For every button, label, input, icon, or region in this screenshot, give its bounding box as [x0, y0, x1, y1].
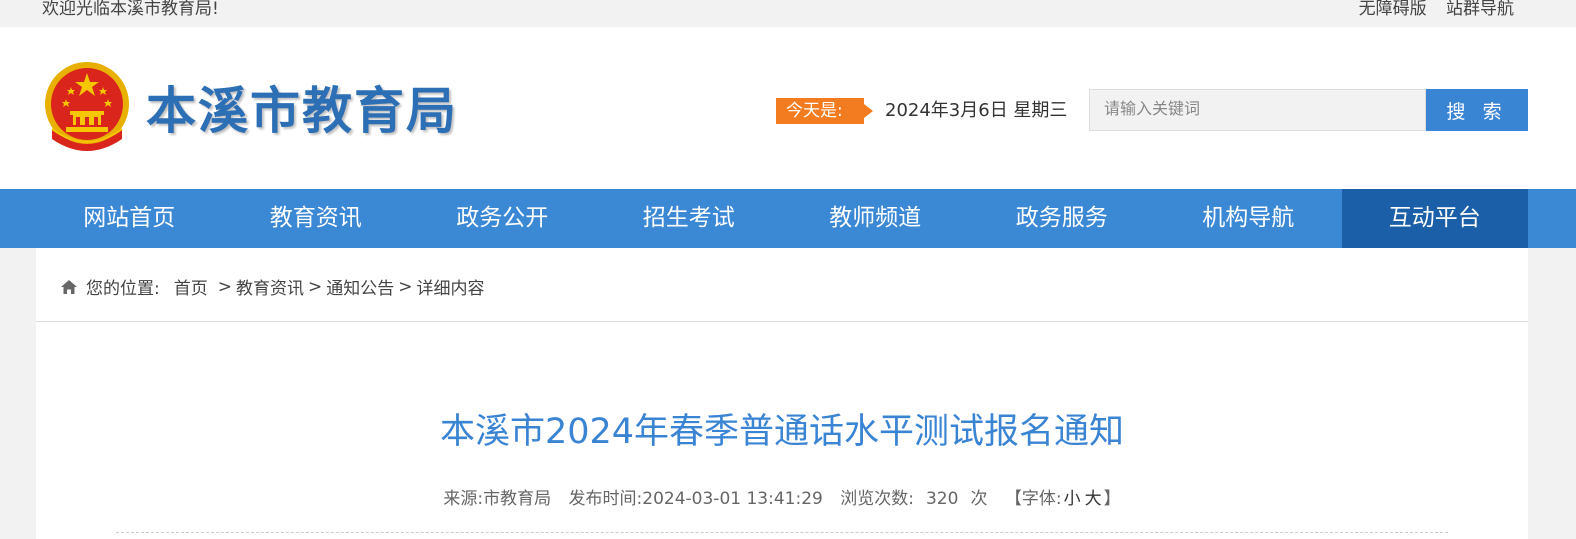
nav-item-home[interactable]: 网站首页 — [36, 189, 223, 248]
welcome-text: 欢迎光临本溪市教育局! — [42, 0, 219, 19]
breadcrumb-separator: > — [307, 276, 323, 297]
time-label: 发布时间:2024-03-01 13:41:29 — [568, 489, 823, 509]
views-label: 浏览次数: 320 次 — [840, 489, 988, 509]
article-title: 本溪市2024年春季普通话水平测试报名通知 — [439, 412, 1125, 452]
divider — [36, 321, 1528, 322]
nav-item-teachers[interactable]: 教师频道 — [782, 189, 969, 248]
top-links: 无障碍版 站群导航 — [1345, 0, 1514, 19]
breadcrumb-detail: 详细内容 — [416, 279, 485, 299]
national-emblem-icon[interactable] — [42, 59, 132, 153]
nav-item-admissions[interactable]: 招生考试 — [596, 189, 783, 248]
nav-item-government-services[interactable]: 政务服务 — [969, 189, 1156, 248]
breadcrumb-education-news[interactable]: 教育资讯 — [236, 274, 304, 299]
source-label: 来源:市教育局 — [443, 489, 552, 509]
font-small-button[interactable]: 小 — [1064, 489, 1081, 509]
search-button[interactable]: 搜 索 — [1426, 89, 1528, 131]
nav-item-government-affairs[interactable]: 政务公开 — [409, 189, 596, 248]
breadcrumb-prefix: 您的位置: — [86, 279, 160, 299]
top-bar: 欢迎光临本溪市教育局! 无障碍版 站群导航 — [0, 0, 1576, 27]
nav-item-interaction[interactable]: 互动平台 — [1341, 189, 1528, 248]
time-value: 2024-03-01 13:41:29 — [642, 489, 823, 509]
breadcrumb-separator: > — [398, 276, 413, 297]
article-meta: 来源:市教育局 发布时间:2024-03-01 13:41:29 浏览次数: 32… — [36, 484, 1528, 509]
site-header: 本溪市教育局 今天是: 2024年3月6日 星期三 搜 索 — [0, 27, 1576, 189]
site-name[interactable]: 本溪市教育局 — [146, 71, 458, 143]
source-value: 市教育局 — [483, 489, 552, 509]
font-large-button[interactable]: 大 — [1085, 489, 1102, 509]
breadcrumb: 您的位置: 首页 > 教育资讯 > 通知公告 > 详细内容 — [60, 274, 484, 299]
font-size-control: 【字体: 小大】 — [1004, 489, 1121, 509]
search-input[interactable] — [1089, 89, 1426, 131]
site-group-link[interactable]: 站群导航 — [1446, 0, 1514, 19]
meta-divider — [116, 532, 1448, 534]
today-date: 2024年3月6日 星期三 — [885, 100, 1068, 121]
breadcrumb-home[interactable]: 首页 — [174, 274, 208, 299]
main-nav: 网站首页 教育资讯 政务公开 招生考试 教师频道 政务服务 机构导航 互动平台 — [0, 189, 1576, 248]
content-panel: 您的位置: 首页 > 教育资讯 > 通知公告 > 详细内容 本溪市2024年春季… — [36, 248, 1528, 539]
breadcrumb-separator: > — [217, 276, 232, 297]
nav-item-institutions[interactable]: 机构导航 — [1155, 189, 1342, 248]
breadcrumb-notices[interactable]: 通知公告 — [326, 274, 394, 299]
today-label: 今天是: — [776, 98, 873, 124]
nav-item-education-news[interactable]: 教育资讯 — [223, 189, 410, 248]
home-icon — [61, 279, 77, 294]
accessible-version-link[interactable]: 无障碍版 — [1359, 0, 1427, 19]
views-count: 320 — [925, 489, 959, 509]
